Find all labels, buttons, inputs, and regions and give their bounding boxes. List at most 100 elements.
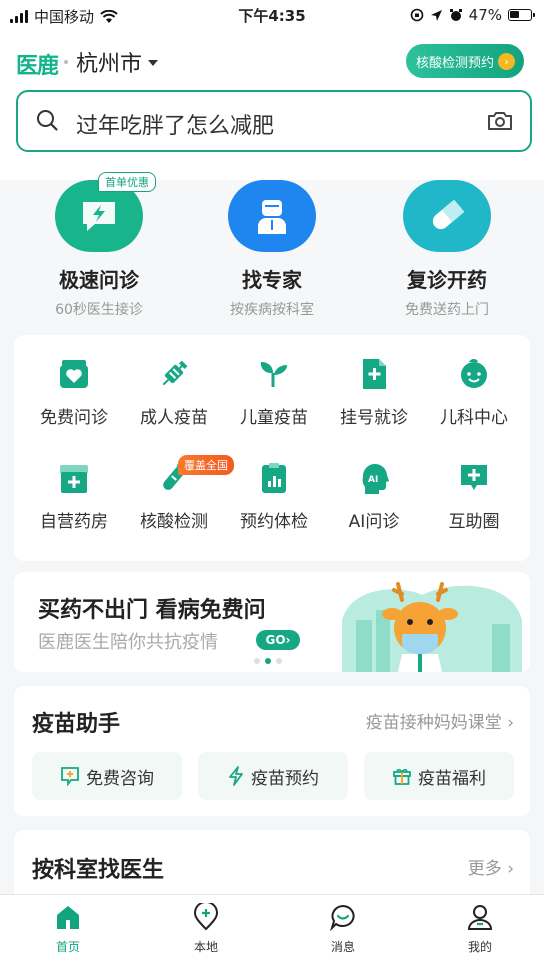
tab-label: 本地 [193, 940, 218, 954]
service-revisit-prescription[interactable]: 复诊开药 免费送药上门 [362, 180, 532, 319]
nucleic-test-booking-button[interactable]: 核酸检测预约 › [406, 44, 524, 78]
more-label: 更多 [467, 859, 502, 879]
vaccine-button-label: 免费咨询 [86, 768, 154, 789]
grid-item-registration[interactable]: 挂号就诊 [322, 357, 426, 428]
tab-local[interactable]: 本地 [166, 901, 246, 955]
service-find-expert[interactable]: 找专家 按疾病按科室 [187, 180, 357, 319]
vaccine-booking-button[interactable]: 疫苗预约 [198, 752, 348, 800]
grid-item-mutual-help[interactable]: 互助圈 [422, 461, 526, 532]
location-plus-icon [193, 901, 219, 931]
search-placeholder: 过年吃胖了怎么减肥 [76, 114, 275, 139]
grid-item-checkup[interactable]: 预约体检 [222, 461, 326, 532]
grid-item-label: 挂号就诊 [340, 408, 408, 428]
main-services: 极速问诊 60秒医生接诊 找专家 按疾病按科室 复诊开药 免费送药上门 [0, 180, 544, 330]
checkup-chart-icon [262, 463, 286, 493]
pharmacy-icon [60, 465, 88, 493]
service-title: 复诊开药 [407, 268, 487, 292]
battery-percent: 47% [468, 6, 502, 24]
grid-item-pharmacy[interactable]: 自营药房 [22, 461, 126, 532]
vaccine-benefit-button[interactable]: 疫苗福利 [364, 752, 514, 800]
header: 医鹿 杭州市 核酸检测预约 › 过年吃胖了怎么减肥 [0, 30, 544, 180]
grid-item-label: 核酸检测 [140, 512, 208, 532]
service-title: 找专家 [242, 268, 302, 292]
svg-text:AI: AI [368, 475, 378, 485]
grid-item-label: 互助圈 [448, 512, 500, 532]
department-title: 按科室找医生 [32, 858, 165, 883]
vaccine-helper-title: 疫苗助手 [32, 712, 121, 737]
arrow-right-icon: › [498, 52, 516, 70]
vaccine-button-label: 疫苗预约 [251, 768, 319, 789]
tab-label: 首页 [55, 940, 80, 954]
grid-item-label: 儿童疫苗 [240, 408, 308, 428]
first-order-badge: 首单优惠 [98, 172, 156, 192]
promo-banner[interactable]: 买药不出门 看病免费问 医鹿医生陪你共抗疫情 GO › [14, 572, 530, 672]
grid-item-free-consult[interactable]: 免费问诊 [22, 357, 126, 428]
carousel-indicator [254, 658, 282, 664]
tab-messages[interactable]: 消息 [303, 903, 383, 955]
sprout-icon [260, 362, 287, 387]
grid-item-pediatrics[interactable]: 儿科中心 [422, 357, 526, 428]
tab-home[interactable]: 首页 [28, 903, 108, 955]
person-icon [467, 905, 493, 930]
vaccine-class-link[interactable]: 疫苗接种妈妈课堂 › [366, 708, 514, 733]
grid-item-label: 自营药房 [40, 512, 108, 532]
service-subtitle: 按疾病按科室 [230, 302, 314, 318]
nationwide-badge: 覆盖全国 [178, 455, 234, 475]
syringe-icon [162, 360, 188, 386]
doctor-icon [228, 180, 316, 252]
location-arrow-icon [430, 9, 442, 21]
city-selector[interactable]: 杭州市 [76, 46, 159, 78]
banner-subtitle: 医鹿医生陪你共抗疫情 [38, 632, 218, 653]
service-subtitle: 免费送药上门 [405, 302, 489, 318]
pill-icon [403, 180, 491, 252]
nucleic-test-booking-label: 核酸检测预约 [416, 55, 495, 71]
grid-item-label: 成人疫苗 [140, 408, 208, 428]
chat-bubble-icon [329, 904, 355, 932]
service-quick-consult[interactable]: 极速问诊 60秒医生接诊 [14, 180, 184, 319]
plus-chat-icon [461, 465, 487, 490]
banner-title: 买药不出门 看病免费问 [38, 598, 266, 623]
alarm-icon [449, 9, 462, 21]
separator-dot [64, 60, 68, 64]
grid-item-child-vaccine[interactable]: 儿童疫苗 [222, 357, 326, 428]
grid-item-label: 儿科中心 [440, 408, 508, 428]
chevron-right-icon: › [507, 859, 514, 879]
vaccine-free-consult-button[interactable]: 免费咨询 [32, 752, 182, 800]
vaccine-helper-card: 疫苗助手 疫苗接种妈妈课堂 › 免费咨询 疫苗预约 疫苗福利 [14, 686, 530, 816]
app-logo: 医鹿 [16, 54, 59, 79]
search-bar[interactable]: 过年吃胖了怎么减肥 [16, 90, 532, 152]
battery-icon [508, 9, 535, 21]
go-button[interactable]: GO › [256, 630, 300, 650]
gift-icon [393, 768, 411, 785]
grid-item-adult-vaccine[interactable]: 成人疫苗 [122, 357, 226, 428]
tab-profile[interactable]: 我的 [440, 903, 520, 955]
grid-item-label: 免费问诊 [40, 408, 108, 428]
chevron-right-icon: › [507, 713, 514, 733]
vaccine-button-label: 疫苗福利 [418, 768, 486, 789]
tab-label: 消息 [330, 940, 355, 954]
department-more-link[interactable]: 更多 › [468, 854, 514, 879]
tab-label: 我的 [467, 940, 492, 954]
status-bar: 中国移动 下午4:35 47% [0, 0, 544, 30]
go-label: GO [265, 633, 286, 647]
chevron-right-icon: › [285, 633, 291, 647]
caret-down-icon [148, 60, 159, 66]
service-title: 极速问诊 [59, 268, 139, 292]
rotation-lock-icon [410, 8, 423, 22]
camera-icon[interactable] [486, 110, 514, 132]
home-icon [57, 906, 79, 929]
search-icon [37, 110, 58, 131]
heart-box-icon [60, 360, 88, 388]
grid-item-label: AI问诊 [348, 512, 400, 532]
deer-mascot-illustration [342, 582, 522, 672]
bottom-tab-bar: 首页 本地 消息 我的 [0, 894, 544, 960]
ai-head-icon: AI [362, 463, 389, 494]
grid-item-label: 预约体检 [240, 512, 308, 532]
child-face-icon [461, 359, 487, 388]
lightning-icon [229, 766, 243, 786]
grid-item-ai-consult[interactable]: AI AI问诊 [322, 461, 426, 532]
city-label: 杭州市 [76, 52, 143, 77]
plus-chat-icon [61, 767, 79, 786]
service-subtitle: 60秒医生接诊 [55, 302, 143, 318]
feature-grid: 免费问诊 成人疫苗 儿童疫苗 挂号就诊 儿科中心 自营药房 核酸检测 预约体检 … [14, 335, 530, 561]
